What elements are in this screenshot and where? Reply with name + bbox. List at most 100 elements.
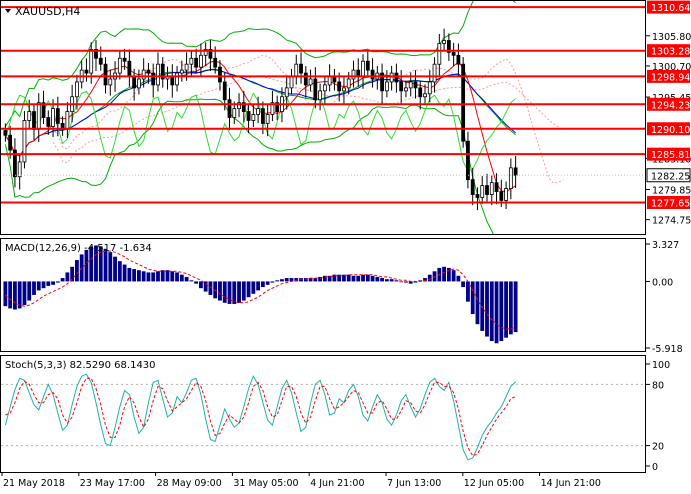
stoch-pane[interactable] [1,373,645,461]
main-price-pane[interactable] [0,0,646,267]
candle[interactable] [65,102,70,138]
candle[interactable] [41,90,46,125]
macd-histogram-bar [494,281,499,344]
candle[interactable] [289,68,294,95]
candle[interactable] [170,64,175,98]
time-tick-label: 12 Jun 05:00 [464,478,524,489]
candle-body [313,78,318,101]
candle[interactable] [485,173,489,204]
candle[interactable] [380,63,384,104]
candle[interactable] [389,65,394,91]
candle[interactable] [137,69,141,95]
candle[interactable] [84,58,89,82]
candle[interactable] [461,57,466,148]
candle[interactable] [313,67,318,109]
candle[interactable] [404,80,408,98]
candle[interactable] [22,110,27,169]
candle[interactable] [494,173,499,205]
candle[interactable] [117,51,122,80]
candle[interactable] [127,49,132,87]
candle[interactable] [432,57,437,93]
candle[interactable] [513,156,518,188]
candle[interactable] [179,60,184,82]
candle-body [418,87,423,98]
macd-histogram-bar [156,271,160,282]
candle[interactable] [165,66,170,90]
macd-histogram-bar [375,276,380,282]
candle-body [318,90,323,101]
macd-histogram-bar [370,275,375,282]
candle[interactable] [108,69,113,96]
candle[interactable] [508,158,513,200]
macd-histogram-bar [275,280,280,282]
candle[interactable] [365,51,370,77]
macd-histogram-bar [132,269,137,282]
candle[interactable] [89,42,94,84]
candle[interactable] [384,70,389,98]
candle[interactable] [270,90,275,122]
level-label: 1290.10 [651,125,690,136]
candle[interactable] [318,83,323,111]
level-label: 1277.65 [651,198,690,209]
candle[interactable] [299,52,303,84]
candle-body [284,87,289,98]
candle-body [303,72,308,86]
macd-pane[interactable] [3,245,518,344]
candle[interactable] [79,60,84,89]
candle[interactable] [32,104,36,141]
macd-histogram-bar [55,281,60,283]
candle[interactable] [256,96,261,124]
macd-histogram-bar [499,281,504,342]
candle[interactable] [466,131,470,189]
candle[interactable] [480,176,485,204]
stoch-tick-label: 0 [652,462,658,473]
candle-body [408,81,413,89]
candle[interactable] [294,54,299,85]
candle-body [141,69,146,80]
candle[interactable] [227,87,232,131]
candle[interactable] [489,175,494,206]
candle[interactable] [3,123,8,142]
candle[interactable] [370,58,375,88]
candle[interactable] [332,68,337,91]
candle[interactable] [504,181,508,210]
candle[interactable] [342,76,346,104]
candle[interactable] [156,52,160,92]
candle-body [456,54,461,65]
candle[interactable] [17,154,22,190]
candle[interactable] [413,70,418,99]
time-tick-label: 28 May 09:00 [157,478,222,489]
candle[interactable] [13,138,17,188]
macd-histogram-bar [361,274,365,282]
candle-body [494,182,499,192]
candle[interactable] [356,58,361,87]
candle[interactable] [94,39,98,72]
candle[interactable] [308,69,313,92]
candle-body [89,48,94,74]
candle[interactable] [194,48,199,74]
candle[interactable] [399,70,404,104]
candle[interactable] [451,42,456,66]
candle[interactable] [103,57,108,94]
candle-body [117,57,122,74]
candle[interactable] [394,63,399,93]
candle[interactable] [303,65,308,98]
macd-histogram-bar [36,281,41,291]
candle[interactable] [160,57,165,88]
candle[interactable] [36,93,41,143]
candle[interactable] [175,65,179,92]
candle[interactable] [456,43,461,77]
chevron-down-icon[interactable] [5,9,11,13]
candle[interactable] [60,116,65,136]
stoch-header: Stoch(5,3,3) 82.5290 68.1430 [5,360,156,371]
candle[interactable] [375,65,380,90]
candle[interactable] [208,39,213,72]
candle[interactable] [218,60,222,91]
candle[interactable] [437,33,442,77]
candle-body [227,99,232,118]
candle[interactable] [446,33,451,61]
candle-body [356,69,361,77]
candle[interactable] [327,64,332,92]
candle-body [55,108,60,124]
candle[interactable] [203,42,208,66]
